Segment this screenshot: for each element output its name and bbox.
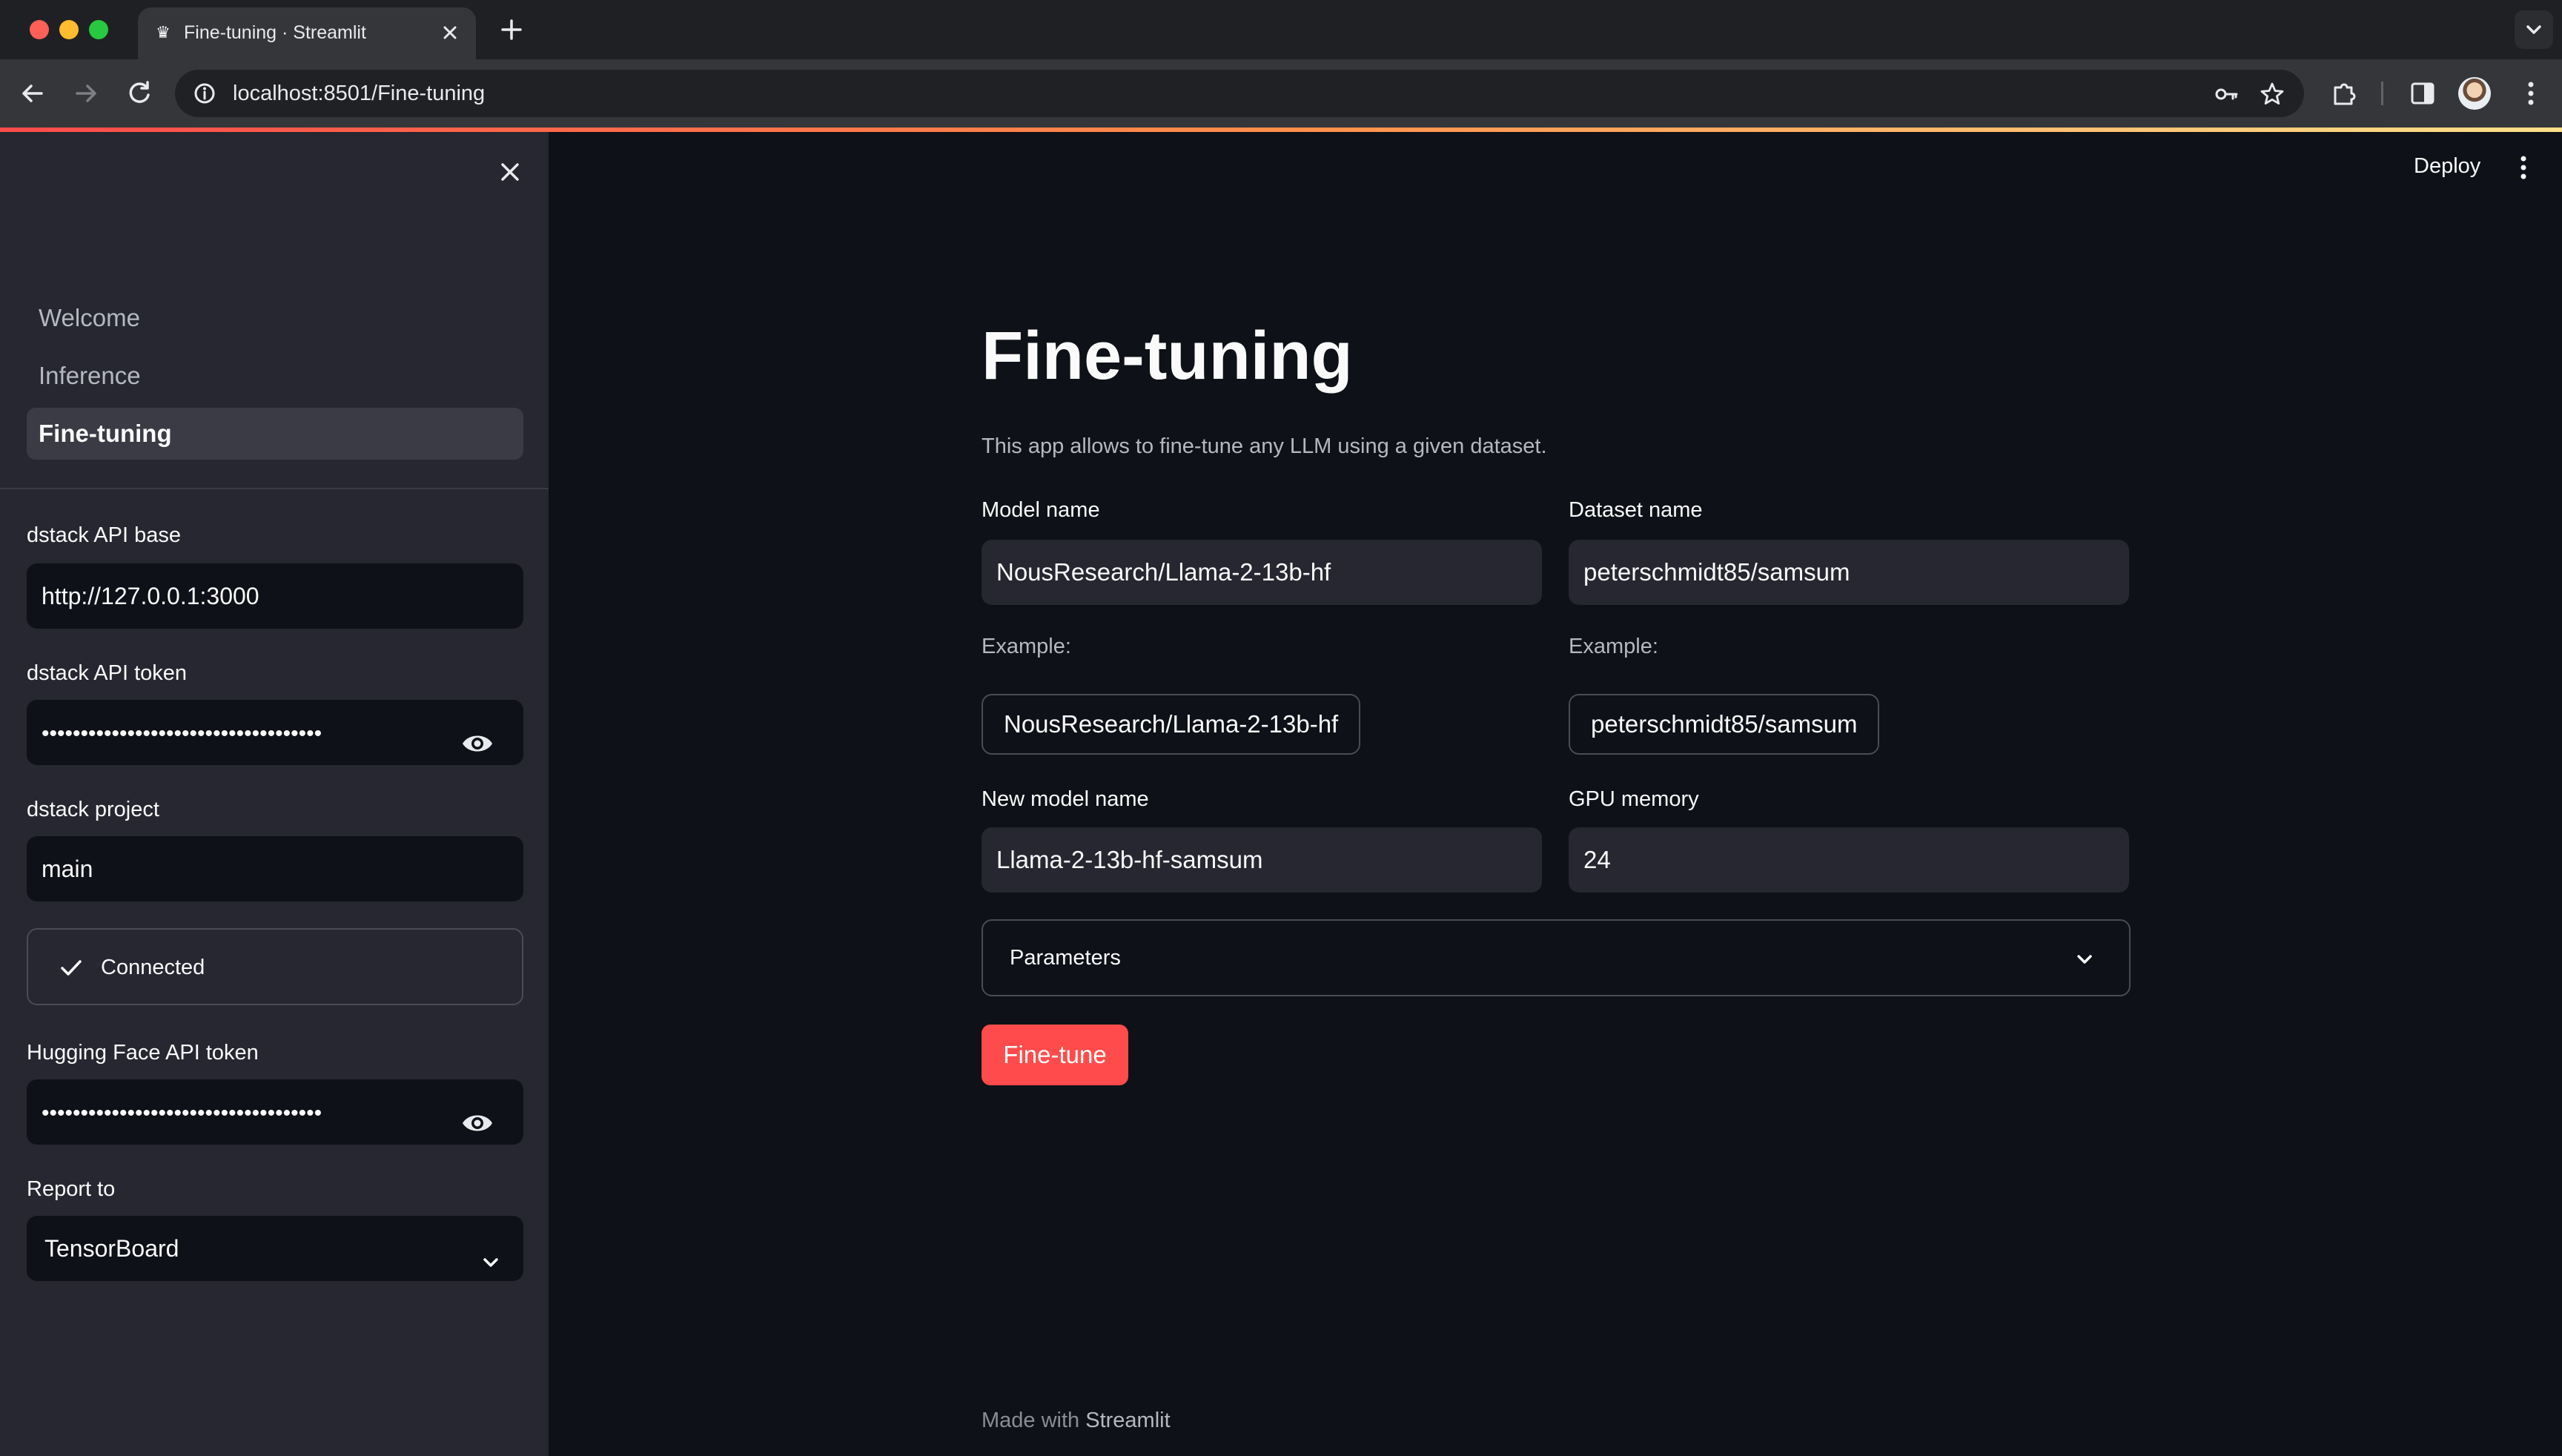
- window-close-button[interactable]: [30, 20, 49, 39]
- api-base-label: dstack API base: [27, 523, 181, 547]
- sidebar: Welcome Inference Fine-tuning dstack API…: [0, 132, 549, 1456]
- browser-menu-kebab-icon[interactable]: [2515, 77, 2547, 110]
- model-name-example-button[interactable]: NousResearch/Llama-2-13b-hf: [982, 694, 1361, 755]
- project-label: dstack project: [27, 798, 159, 821]
- tab-search-chevron-icon[interactable]: [2515, 10, 2553, 49]
- report-to-select[interactable]: TensorBoard: [27, 1216, 523, 1281]
- model-name-example-label: Example:: [982, 635, 1071, 658]
- footer-streamlit-link[interactable]: Streamlit: [1085, 1409, 1170, 1432]
- footer: Made with Streamlit: [982, 1409, 1171, 1433]
- new-model-name-label: New model name: [982, 787, 1149, 811]
- api-token-input[interactable]: ••••••••••••••••••••••••••••••••••••: [27, 700, 523, 765]
- api-token-masked-value: ••••••••••••••••••••••••••••••••••••: [42, 721, 322, 746]
- browser-tab-active[interactable]: ♛ Fine-tuning · Streamlit: [138, 7, 476, 59]
- extensions-puzzle-icon[interactable]: [2328, 77, 2360, 110]
- window-minimize-button[interactable]: [59, 20, 79, 39]
- sidebar-nav-inference[interactable]: Inference: [27, 350, 523, 402]
- password-key-icon[interactable]: [2214, 82, 2239, 107]
- api-base-input[interactable]: http://127.0.0.1:3000: [27, 563, 523, 629]
- reload-icon[interactable]: [123, 77, 156, 110]
- new-tab-plus-icon[interactable]: [497, 15, 526, 44]
- main-content: Deploy Fine-tuning This app allows to fi…: [549, 132, 2562, 1456]
- status-text: Connected: [101, 956, 205, 979]
- streamlit-crown-icon: ♛: [156, 23, 171, 42]
- close-tab-icon[interactable]: [437, 20, 463, 45]
- project-input[interactable]: main: [27, 836, 523, 901]
- dataset-name-example-label: Example:: [1569, 635, 1658, 658]
- fine-tune-button[interactable]: Fine-tune: [982, 1025, 1128, 1085]
- address-bar[interactable]: localhost:8501/Fine-tuning: [175, 70, 2304, 117]
- sidebar-close-icon[interactable]: [495, 157, 525, 187]
- dataset-name-label: Dataset name: [1569, 498, 1703, 522]
- chevron-down-icon: [477, 1235, 504, 1267]
- tab-title: Fine-tuning · Streamlit: [184, 22, 366, 43]
- new-model-name-input[interactable]: Llama-2-13b-hf-samsum: [982, 827, 1542, 893]
- main-menu-kebab-icon[interactable]: [2516, 153, 2531, 182]
- report-to-selected-value: TensorBoard: [44, 1235, 179, 1262]
- model-name-input[interactable]: NousResearch/Llama-2-13b-hf: [982, 540, 1542, 605]
- browser-tabstrip: ♛ Fine-tuning · Streamlit: [0, 0, 2562, 59]
- parameters-expander[interactable]: Parameters: [982, 919, 2131, 996]
- sidebar-nav-welcome[interactable]: Welcome: [27, 292, 523, 344]
- sidebar-divider: [0, 488, 549, 489]
- sidebar-nav-fine-tuning[interactable]: Fine-tuning: [27, 408, 523, 460]
- side-panel-icon[interactable]: [2406, 77, 2439, 110]
- url-text: localhost:8501/Fine-tuning: [233, 82, 486, 105]
- profile-avatar[interactable]: [2458, 77, 2491, 110]
- gpu-memory-label: GPU memory: [1569, 787, 1699, 811]
- show-password-eye-icon[interactable]: [461, 1097, 494, 1131]
- chevron-down-icon: [2071, 946, 2098, 973]
- window-zoom-button[interactable]: [89, 20, 108, 39]
- parameters-expander-label: Parameters: [1010, 946, 1121, 970]
- dataset-name-example-button[interactable]: peterschmidt85/samsum: [1569, 694, 1880, 755]
- footer-prefix: Made with: [982, 1409, 1080, 1432]
- show-password-eye-icon[interactable]: [461, 718, 494, 752]
- forward-arrow-icon[interactable]: [70, 77, 102, 110]
- page-title: Fine-tuning: [982, 318, 1353, 394]
- report-to-label: Report to: [27, 1177, 116, 1201]
- dataset-name-input[interactable]: peterschmidt85/samsum: [1569, 540, 2129, 605]
- connection-status-alert: Connected: [27, 928, 523, 1005]
- model-name-label: Model name: [982, 498, 1100, 522]
- hf-token-masked-value: ••••••••••••••••••••••••••••••••••••: [42, 1101, 322, 1125]
- checkmark-icon: [58, 955, 85, 982]
- deploy-button[interactable]: Deploy: [2414, 154, 2480, 179]
- toolbar-divider: [2381, 82, 2383, 105]
- bookmark-star-icon[interactable]: [2260, 82, 2285, 107]
- gpu-memory-input[interactable]: 24: [1569, 827, 2129, 893]
- back-arrow-icon[interactable]: [16, 77, 49, 110]
- browser-toolbar: localhost:8501/Fine-tuning: [0, 59, 2562, 128]
- api-token-label: dstack API token: [27, 661, 188, 685]
- site-info-icon[interactable]: [193, 82, 216, 105]
- hf-token-input[interactable]: ••••••••••••••••••••••••••••••••••••: [27, 1079, 523, 1145]
- page-caption: This app allows to fine-tune any LLM usi…: [982, 434, 1547, 458]
- hf-token-label: Hugging Face API token: [27, 1041, 259, 1065]
